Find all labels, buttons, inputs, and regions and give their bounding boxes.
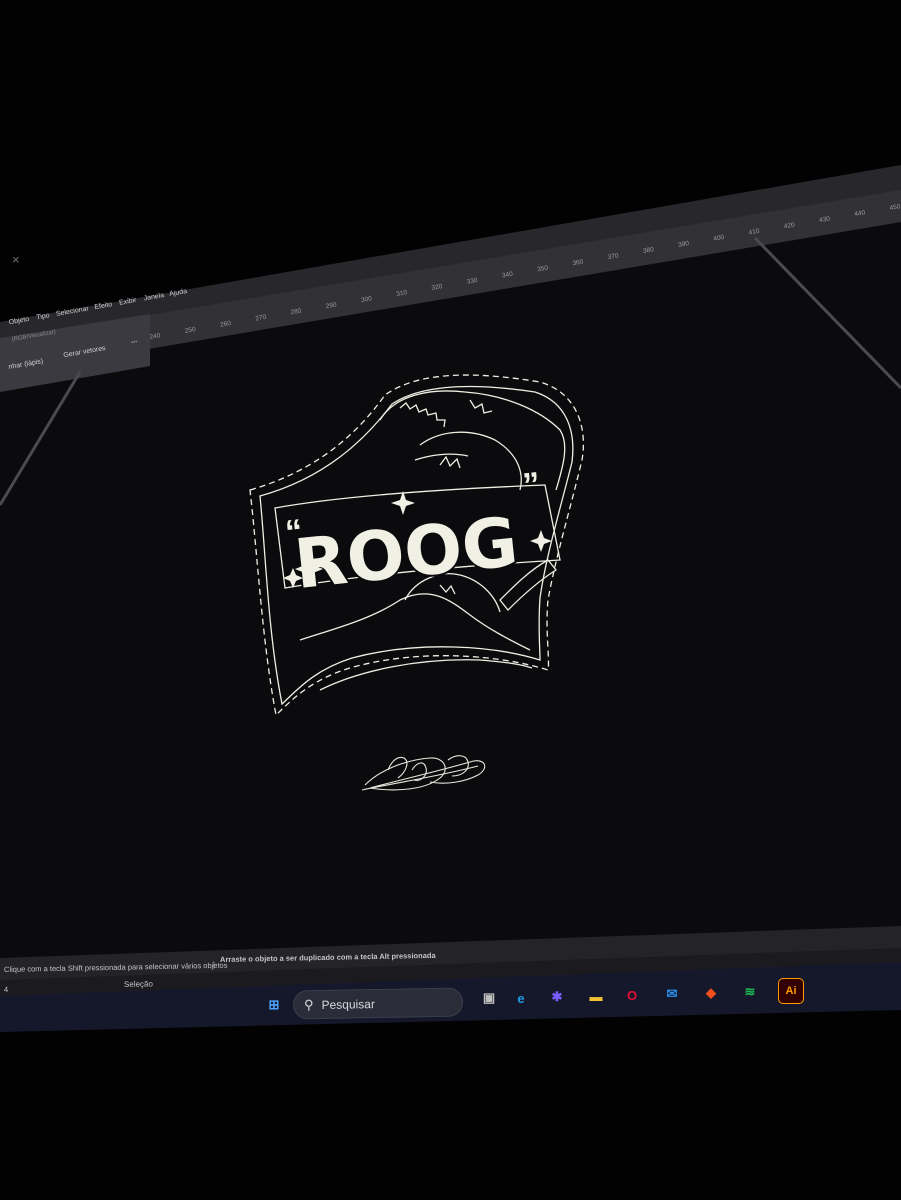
hair-strands	[399, 399, 493, 428]
copilot-icon[interactable]: ✱	[545, 985, 569, 1009]
body-outline	[299, 593, 533, 691]
more-options-button[interactable]: •••	[131, 339, 138, 346]
signature-artwork[interactable]	[361, 755, 486, 791]
open-quote-mark: “	[284, 512, 305, 552]
opera-icon[interactable]: O	[620, 983, 644, 1007]
artboard-edge-right	[753, 236, 901, 390]
illustrator-canvas: Objeto Tipo Selecionar Efeito Exibir Jan…	[0, 165, 901, 1032]
close-quote-mark: ”	[521, 465, 542, 505]
figma-icon[interactable]: ◆	[699, 981, 723, 1005]
edge-icon[interactable]: e	[509, 986, 533, 1010]
hair-detail	[414, 453, 469, 469]
close-icon[interactable]: ×	[12, 252, 20, 267]
task-view-icon[interactable]: ▣	[477, 986, 501, 1010]
sparkle-icon	[530, 530, 552, 552]
file-explorer-icon[interactable]: ▬	[584, 984, 608, 1008]
sparkle-icon	[391, 491, 415, 515]
windows-start-icon[interactable]: ⊞	[262, 993, 286, 1017]
artboard-edge-left	[0, 371, 82, 506]
mail-icon[interactable]: ✉	[660, 982, 684, 1006]
illustrator-icon[interactable]: Ai	[778, 978, 804, 1004]
spotify-icon[interactable]: ≋	[738, 980, 762, 1004]
